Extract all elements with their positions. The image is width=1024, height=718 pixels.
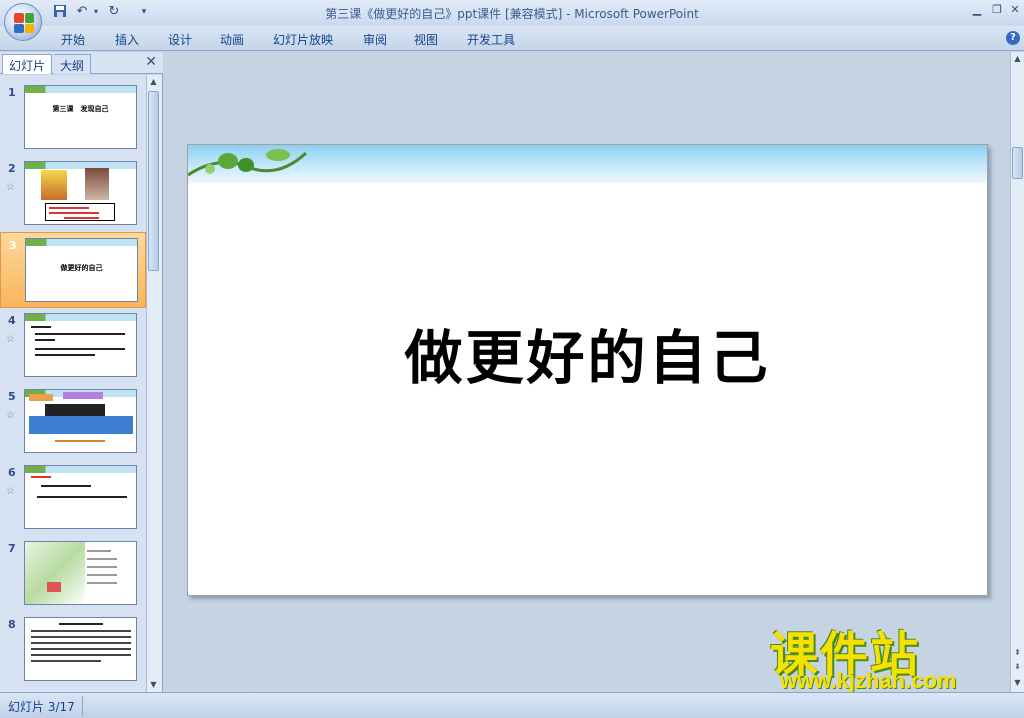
slide-number: 5: [8, 390, 16, 403]
animation-star-icon: ☆: [6, 486, 15, 497]
animation-star-icon: ☆: [6, 182, 15, 193]
pane-tabs: 幻灯片 大纲 ✕: [0, 52, 163, 74]
watermark-url: www.kjzhan.com: [780, 668, 957, 693]
thumbnail-title: 第三课 发现自己: [52, 105, 109, 113]
photo-image: [45, 404, 105, 416]
slide-thumbnail[interactable]: [24, 313, 137, 377]
heading-block: [63, 392, 103, 399]
slide-header-decoration: [188, 145, 987, 183]
header-decoration: [26, 239, 137, 246]
office-button[interactable]: [4, 3, 42, 41]
slide-number: 4: [8, 314, 16, 327]
customize-qat-icon[interactable]: ▾: [136, 4, 152, 20]
scroll-up-icon[interactable]: ▲: [1011, 52, 1024, 65]
tab-slides[interactable]: 幻灯片: [2, 54, 53, 74]
slide-thumbnail-row[interactable]: 4 ☆: [0, 308, 146, 384]
thumbnail-title: 做更好的自己: [60, 264, 103, 272]
window-title: 第三课《做更好的自己》ppt课件 [兼容模式] - Microsoft Powe…: [325, 7, 699, 21]
tab-outline[interactable]: 大纲: [54, 54, 92, 74]
header-decoration: [25, 86, 136, 93]
slide-number: 1: [8, 86, 16, 99]
slide-thumbnail-row[interactable]: 1 第三课 发现自己: [0, 80, 146, 156]
text-block: [29, 416, 133, 434]
slide-number: 7: [8, 542, 16, 555]
tab-slideshow[interactable]: 幻灯片放映: [273, 31, 333, 48]
slide-thumbnail-row[interactable]: 6 ☆: [0, 460, 146, 536]
office-logo-icon: [14, 13, 34, 33]
slide-title[interactable]: 做更好的自己: [188, 311, 987, 395]
ribbon-tabs: 开始 插入 设计 动画 幻灯片放映 审阅 视图 开发工具 ?: [0, 26, 1024, 51]
animation-star-icon: ☆: [6, 334, 15, 345]
slide-thumbnail-row[interactable]: 7: [0, 536, 146, 612]
slide-thumbnail-row[interactable]: 5 ☆: [0, 384, 146, 460]
header-decoration: [25, 314, 136, 321]
next-slide-icon[interactable]: ⇟: [1011, 660, 1024, 673]
redo-icon[interactable]: ↻: [106, 4, 122, 20]
slide-thumbnail[interactable]: [24, 161, 137, 225]
slide-editor: 做更好的自己 ▲ ⇞ ⇟ ▼: [166, 52, 1024, 692]
scroll-down-icon[interactable]: ▼: [1011, 676, 1024, 689]
slide-thumbnail[interactable]: 第三课 发现自己: [24, 85, 137, 149]
slide-thumbnail-row[interactable]: 2 ☆: [0, 156, 146, 232]
restore-icon[interactable]: ❐: [988, 2, 1006, 18]
slide-number: 8: [8, 618, 16, 631]
title-bar: 第三课《做更好的自己》ppt课件 [兼容模式] - Microsoft Powe…: [0, 0, 1024, 26]
slide-thumbnail[interactable]: [24, 617, 137, 681]
slide-indicator: 幻灯片 3/17: [8, 700, 75, 714]
tab-animations[interactable]: 动画: [220, 31, 244, 48]
caption-box: [45, 203, 115, 221]
editor-scrollbar[interactable]: ▲ ⇞ ⇟ ▼: [1010, 52, 1024, 692]
header-decoration: [25, 162, 136, 169]
animation-star-icon: ☆: [6, 410, 15, 421]
scroll-down-icon[interactable]: ▼: [147, 678, 160, 691]
status-bar: 幻灯片 3/17: [0, 692, 1024, 718]
tab-view[interactable]: 视图: [414, 31, 438, 48]
tab-review[interactable]: 审阅: [363, 31, 387, 48]
photo-image: [41, 170, 67, 200]
scroll-up-icon[interactable]: ▲: [147, 75, 160, 88]
bamboo-image: [25, 542, 85, 604]
slides-pane: 幻灯片 大纲 ✕ 1 第三课 发现自己 2 ☆ 3 做更好的自己 4 ☆ 5 ☆…: [0, 52, 163, 692]
slide-thumbnail-row[interactable]: 8: [0, 612, 146, 688]
help-icon[interactable]: ?: [1006, 31, 1020, 45]
thumbnail-list: 1 第三课 发现自己 2 ☆ 3 做更好的自己 4 ☆ 5 ☆ 6 ☆ 7 8: [0, 75, 146, 692]
slide-thumbnail[interactable]: [24, 541, 137, 605]
scrollbar-thumb[interactable]: [148, 91, 159, 271]
slide-number: 2: [8, 162, 16, 175]
scrollbar-thumb[interactable]: [1012, 147, 1023, 179]
status-divider: [82, 696, 83, 716]
header-decoration: [25, 466, 136, 473]
thumbnail-scrollbar[interactable]: ▲ ▼: [146, 75, 162, 692]
slide-thumbnail[interactable]: [24, 389, 137, 453]
minimize-icon[interactable]: ▁: [968, 2, 986, 18]
tab-design[interactable]: 设计: [168, 31, 192, 48]
undo-dropdown-icon[interactable]: ▾: [88, 4, 104, 20]
slide-canvas[interactable]: 做更好的自己: [187, 144, 988, 596]
tab-insert[interactable]: 插入: [115, 31, 139, 48]
slide-number: 3: [9, 239, 17, 252]
tab-home[interactable]: 开始: [61, 31, 85, 48]
slide-thumbnail-row-selected[interactable]: 3 做更好的自己: [0, 232, 146, 308]
slide-thumbnail[interactable]: 做更好的自己: [25, 238, 138, 302]
save-icon[interactable]: [52, 4, 68, 20]
photo-image: [85, 168, 109, 200]
tab-developer[interactable]: 开发工具: [467, 31, 515, 48]
previous-slide-icon[interactable]: ⇞: [1011, 646, 1024, 659]
label-block: [29, 394, 53, 401]
slide-number: 6: [8, 466, 16, 479]
vine-leaf-decoration: [188, 149, 308, 177]
close-pane-icon[interactable]: ✕: [145, 54, 157, 70]
site-watermark: 课件站 www.kjzhan.com: [770, 615, 1010, 695]
seal-image: [47, 582, 61, 592]
close-icon[interactable]: ✕: [1006, 2, 1024, 18]
slide-thumbnail[interactable]: [24, 465, 137, 529]
